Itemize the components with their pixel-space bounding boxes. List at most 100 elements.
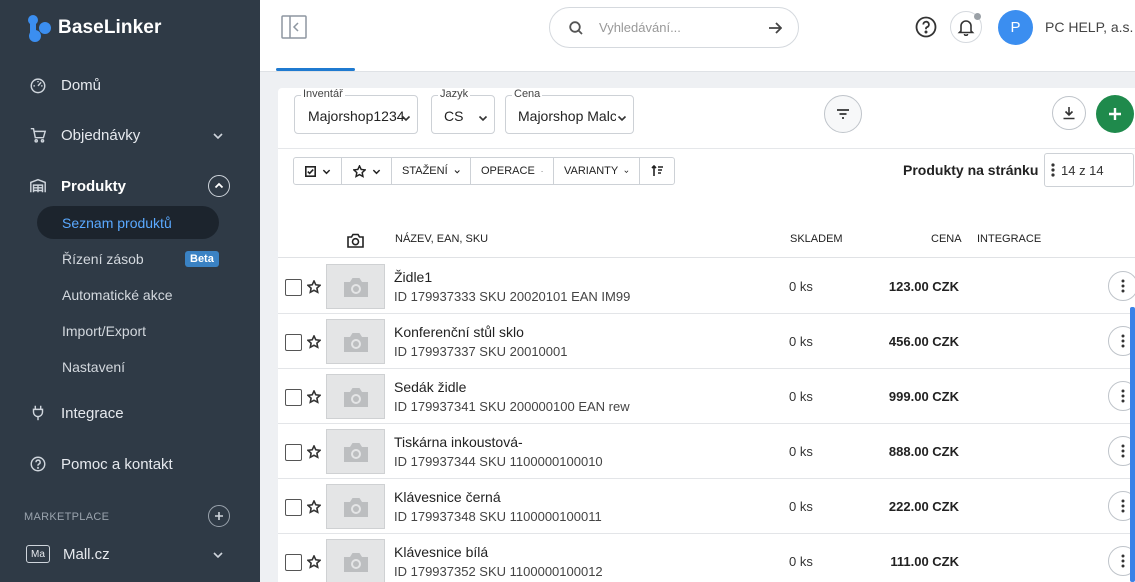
search-input[interactable]	[599, 20, 749, 35]
table-row[interactable]: Židle1 ID 179937333 SKU 20020101 EAN IM99…	[278, 259, 1135, 314]
product-thumbnail[interactable]	[326, 374, 385, 419]
brand-logo[interactable]: BaseLinker	[24, 12, 161, 44]
product-stock: 0 ks	[789, 554, 813, 569]
row-checkbox[interactable]	[285, 499, 302, 516]
sidebar-item-orders[interactable]: Objednávky	[0, 117, 260, 153]
notification-dot	[974, 13, 981, 20]
vertical-dots-icon	[1121, 554, 1125, 568]
star-icon[interactable]	[306, 389, 322, 404]
table-row[interactable]: Klávesnice černá ID 179937348 SKU 1100000…	[278, 479, 1135, 534]
notifications-bell-icon[interactable]	[950, 11, 982, 43]
filter-button[interactable]	[824, 95, 862, 133]
collapse-sidebar-icon[interactable]	[281, 15, 307, 39]
language-select[interactable]: Jazyk CS	[431, 88, 495, 134]
star-icon[interactable]	[306, 554, 322, 569]
product-thumbnail[interactable]	[326, 264, 385, 309]
column-header-name[interactable]: NÁZEV, EAN, SKU	[395, 233, 488, 245]
product-name[interactable]: Konferenční stůl sklo	[394, 324, 524, 340]
column-header-integration: INTEGRACE	[977, 233, 1042, 245]
sidebar-item-home[interactable]: Domů	[0, 67, 260, 103]
add-product-button[interactable]	[1096, 95, 1134, 133]
sidebar-subitem-label: Řízení zásob	[62, 250, 144, 267]
chevron-down-icon	[322, 169, 330, 174]
product-name[interactable]: Sedák židle	[394, 379, 466, 395]
add-marketplace-icon[interactable]	[208, 505, 230, 527]
product-thumbnail[interactable]	[326, 429, 385, 474]
sidebar-subitem-product-list[interactable]: Seznam produktů	[37, 206, 219, 239]
table-row[interactable]: Konferenční stůl sklo ID 179937337 SKU 20…	[278, 314, 1135, 369]
chevron-down-icon	[624, 170, 629, 173]
download-button[interactable]	[1052, 96, 1086, 130]
row-checkbox[interactable]	[285, 279, 302, 296]
products-panel: Inventář Majorshop1234 Jazyk CS Cena Maj…	[278, 88, 1135, 582]
product-name[interactable]: Židle1	[394, 269, 432, 285]
row-more-button[interactable]	[1108, 271, 1135, 301]
sidebar-item-label: Mall.cz	[63, 545, 110, 563]
per-page-select[interactable]: 14 z 14	[1044, 153, 1134, 187]
avatar[interactable]: P	[998, 10, 1033, 45]
table-row[interactable]: Sedák židle ID 179937341 SKU 200000100 EA…	[278, 369, 1135, 424]
sidebar-item-products[interactable]: Produkty	[0, 168, 260, 204]
sort-button[interactable]	[640, 158, 674, 184]
camera-placeholder-icon	[343, 332, 368, 352]
chevron-up-icon[interactable]	[208, 175, 230, 197]
sidebar-item-help[interactable]: Pomoc a kontakt	[0, 446, 260, 482]
help-icon[interactable]	[915, 16, 937, 38]
inventory-select[interactable]: Inventář Majorshop1234	[294, 88, 418, 134]
favorites-dropdown-button[interactable]	[342, 158, 392, 184]
chevron-down-icon	[617, 110, 627, 122]
cart-icon	[28, 125, 48, 145]
star-icon[interactable]	[306, 499, 322, 514]
vertical-dots-icon	[1121, 334, 1125, 348]
star-icon[interactable]	[306, 334, 322, 349]
select-dropdown-button[interactable]	[294, 158, 342, 184]
language-select-label: Jazyk	[438, 88, 471, 100]
bulk-toolbar: STAŽENÍ OPERACE VARIANTY	[293, 157, 675, 185]
sidebar-subitem-automatic-actions[interactable]: Automatické akce	[37, 278, 219, 311]
vertical-dots-icon	[1121, 389, 1125, 403]
sidebar-item-mall[interactable]: Ma Mall.cz	[0, 536, 260, 572]
table-row[interactable]: Klávesnice bílá ID 179937352 SKU 11000001…	[278, 534, 1135, 582]
product-name[interactable]: Klávesnice bílá	[394, 544, 488, 560]
inventory-select-value: Majorshop1234	[308, 108, 404, 124]
sidebar-subitem-import-export[interactable]: Import/Export	[37, 314, 219, 347]
product-thumbnail[interactable]	[326, 484, 385, 529]
sidebar-subitem-settings[interactable]: Nastavení	[37, 350, 219, 383]
table-row[interactable]: Tiskárna inkoustová- ID 179937344 SKU 110…	[278, 424, 1135, 479]
star-icon[interactable]	[306, 444, 322, 459]
variants-dropdown-label: VARIANTY	[564, 165, 619, 177]
column-header-price[interactable]: CENA	[931, 233, 962, 245]
row-checkbox[interactable]	[285, 389, 302, 406]
sidebar-item-label: Objednávky	[61, 126, 141, 144]
camera-placeholder-icon	[343, 277, 368, 297]
column-header-stock[interactable]: SKLADEM	[790, 233, 843, 245]
scrollbar[interactable]	[1130, 307, 1135, 582]
row-checkbox[interactable]	[285, 554, 302, 571]
arrow-right-icon[interactable]	[768, 21, 783, 35]
sidebar-subitem-label: Seznam produktů	[62, 214, 172, 231]
operations-dropdown-button[interactable]: OPERACE	[471, 158, 554, 184]
camera-placeholder-icon	[343, 387, 368, 407]
product-thumbnail[interactable]	[326, 319, 385, 364]
sidebar-subitem-inventory-management[interactable]: Řízení zásob Beta	[37, 242, 219, 275]
row-checkbox[interactable]	[285, 444, 302, 461]
variants-dropdown-button[interactable]: VARIANTY	[554, 158, 640, 184]
sidebar-item-integrations[interactable]: Integrace	[0, 395, 260, 431]
product-name[interactable]: Klávesnice černá	[394, 489, 501, 505]
price-select[interactable]: Cena Majorshop Malc	[505, 88, 634, 134]
product-name[interactable]: Tiskárna inkoustová-	[394, 434, 523, 450]
product-price: 123.00 CZK	[888, 279, 959, 294]
product-price: 111.00 CZK	[890, 554, 959, 569]
chevron-down-icon	[212, 548, 224, 560]
vertical-dots-icon	[1121, 444, 1125, 458]
vertical-dots-icon	[1051, 163, 1055, 177]
camera-placeholder-icon	[343, 552, 368, 572]
price-select-label: Cena	[512, 88, 543, 100]
row-checkbox[interactable]	[285, 334, 302, 351]
sort-icon	[650, 165, 663, 176]
star-icon[interactable]	[306, 279, 322, 294]
product-thumbnail[interactable]	[326, 539, 385, 582]
download-dropdown-button[interactable]: STAŽENÍ	[392, 158, 471, 184]
account-name[interactable]: PC HELP, a.s.	[1045, 19, 1133, 35]
chevron-down-icon	[212, 129, 224, 141]
